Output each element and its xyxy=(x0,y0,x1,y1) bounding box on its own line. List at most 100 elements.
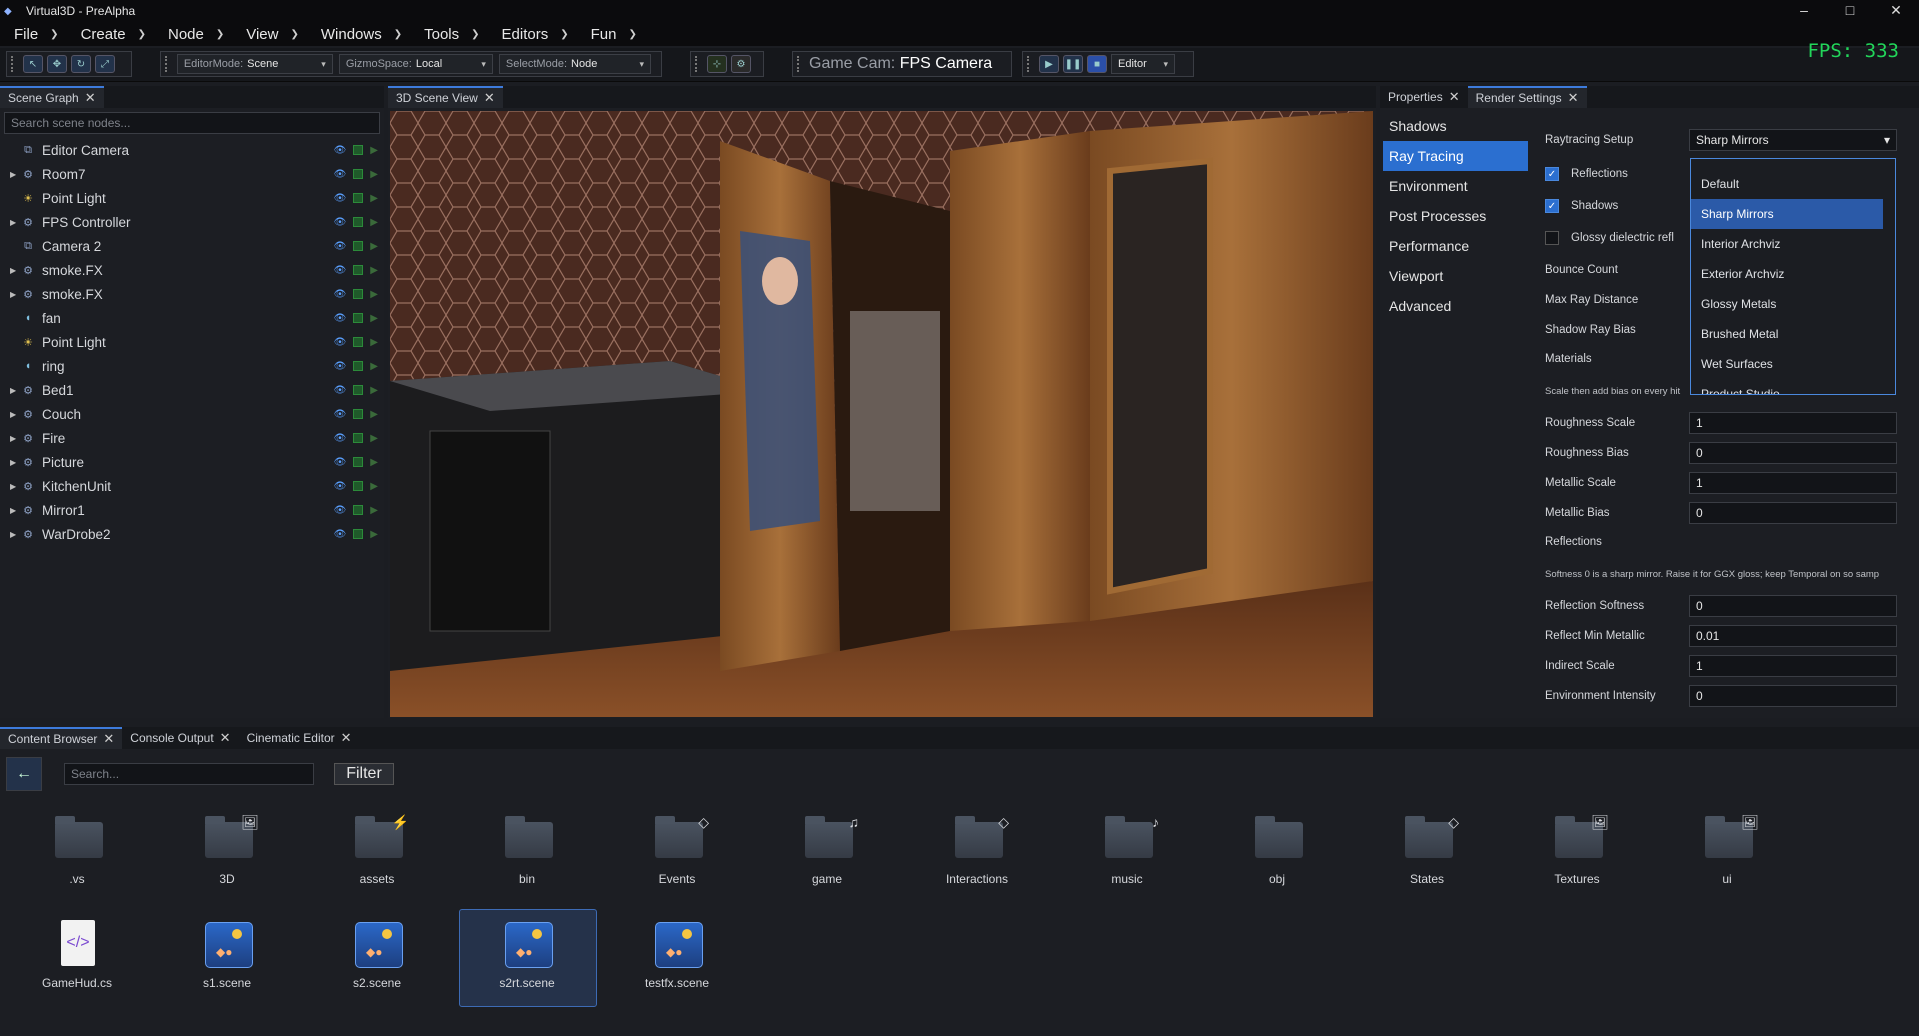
file-item[interactable]: ◆● s2.scene xyxy=(317,916,437,1000)
eye-icon[interactable]: 👁 xyxy=(334,337,347,348)
scene-node-row[interactable]: ▶ ⚙ Mirror1 👁 ▶ xyxy=(0,498,384,522)
select-tool-button[interactable]: ↖ xyxy=(23,55,43,73)
expand-arrow-icon[interactable]: ▶ xyxy=(10,458,20,467)
tab-3d-scene-view[interactable]: 3D Scene View ✕ xyxy=(388,86,503,108)
menu-file[interactable]: File ❯ xyxy=(14,26,59,43)
section-environment[interactable]: Environment xyxy=(1383,171,1528,201)
menu-view[interactable]: View ❯ xyxy=(246,26,299,43)
pause-button[interactable]: ❚❚ xyxy=(1063,55,1083,73)
folder-item[interactable]: ◇ States xyxy=(1367,808,1487,892)
visibility-toggle-icon[interactable] xyxy=(353,480,364,491)
folder-item[interactable]: 🖼 ui xyxy=(1667,808,1787,892)
visibility-toggle-icon[interactable] xyxy=(353,312,364,323)
reflection-softness-input[interactable]: 0 xyxy=(1689,595,1897,617)
eye-icon[interactable]: 👁 xyxy=(334,169,347,180)
eye-icon[interactable]: 👁 xyxy=(334,241,347,252)
close-icon[interactable]: ✕ xyxy=(341,727,352,749)
play-icon[interactable]: ▶ xyxy=(370,337,378,348)
checkbox-checked-icon[interactable]: ✓ xyxy=(1545,167,1559,181)
eye-icon[interactable]: 👁 xyxy=(334,193,347,204)
play-icon[interactable]: ▶ xyxy=(370,433,378,444)
section-post-processes[interactable]: Post Processes xyxy=(1383,201,1528,231)
play-icon[interactable]: ▶ xyxy=(370,193,378,204)
scene-node-row[interactable]: ▶ ⚙ FPS Controller 👁 ▶ xyxy=(0,210,384,234)
scene-node-row[interactable]: ◖ ring 👁 ▶ xyxy=(0,354,384,378)
play-icon[interactable]: ▶ xyxy=(370,457,378,468)
preset-glossy-metals[interactable]: Glossy Metals xyxy=(1691,289,1895,319)
file-item[interactable]: ◆● s1.scene xyxy=(167,916,287,1000)
eye-icon[interactable]: 👁 xyxy=(334,481,347,492)
folder-item[interactable]: ⚡ assets xyxy=(317,808,437,892)
play-icon[interactable]: ▶ xyxy=(370,241,378,252)
content-search-input[interactable]: Search... xyxy=(64,763,314,785)
reflections-toggle[interactable]: ✓ Reflections xyxy=(1545,163,1628,185)
folder-item[interactable]: ♫ game xyxy=(767,808,887,892)
environment-intensity-input[interactable]: 0 xyxy=(1689,685,1897,707)
folder-item[interactable]: bin xyxy=(467,808,587,892)
folder-item[interactable]: .vs xyxy=(17,808,137,892)
folder-item[interactable]: obj xyxy=(1217,808,1337,892)
play-target-dropdown[interactable]: Editor ▾ xyxy=(1111,54,1175,74)
preset-wet-surfaces[interactable]: Wet Surfaces xyxy=(1691,349,1895,379)
play-icon[interactable]: ▶ xyxy=(370,145,378,156)
back-arrow-icon[interactable]: ← xyxy=(6,757,42,791)
gizmo-space-dropdown[interactable]: GizmoSpace: Local ▾ xyxy=(338,54,493,74)
grid-button[interactable]: ⚙ xyxy=(731,55,751,73)
scene-node-row[interactable]: ▶ ⚙ WarDrobe2 👁 ▶ xyxy=(0,522,384,546)
file-item[interactable]: </> GameHud.cs xyxy=(17,916,137,1000)
scene-node-row[interactable]: ⧉ Camera 2 👁 ▶ xyxy=(0,234,384,258)
menu-windows[interactable]: Windows ❯ xyxy=(321,26,402,43)
folder-item[interactable]: ◇ Interactions xyxy=(917,808,1037,892)
reflect-min-metallic-input[interactable]: 0.01 xyxy=(1689,625,1897,647)
menu-create[interactable]: Create ❯ xyxy=(81,26,146,43)
tab-console-output[interactable]: Console Output ✕ xyxy=(122,727,239,749)
play-icon[interactable]: ▶ xyxy=(370,265,378,276)
expand-arrow-icon[interactable]: ▶ xyxy=(10,434,20,443)
play-icon[interactable]: ▶ xyxy=(370,481,378,492)
scene-node-row[interactable]: ◖ fan 👁 ▶ xyxy=(0,306,384,330)
section-shadows[interactable]: Shadows xyxy=(1383,111,1528,141)
checkbox-checked-icon[interactable]: ✓ xyxy=(1545,199,1559,213)
preset-brushed-metal[interactable]: Brushed Metal xyxy=(1691,319,1895,349)
play-button[interactable]: ▶ xyxy=(1039,55,1059,73)
folder-item[interactable]: 🖼 Textures xyxy=(1517,808,1637,892)
play-icon[interactable]: ▶ xyxy=(370,385,378,396)
scene-node-row[interactable]: ▶ ⚙ Picture 👁 ▶ xyxy=(0,450,384,474)
metallic-scale-input[interactable]: 1 xyxy=(1689,472,1897,494)
expand-arrow-icon[interactable]: ▶ xyxy=(10,530,20,539)
raytracing-setup-dropdown[interactable]: Sharp Mirrors ▾ xyxy=(1689,129,1897,151)
scale-tool-button[interactable]: ⤢ xyxy=(95,55,115,73)
visibility-toggle-icon[interactable] xyxy=(353,264,364,275)
visibility-toggle-icon[interactable] xyxy=(353,168,364,179)
tab-content-browser[interactable]: Content Browser ✕ xyxy=(0,727,123,749)
expand-arrow-icon[interactable]: ▶ xyxy=(10,266,20,275)
visibility-toggle-icon[interactable] xyxy=(353,288,364,299)
eye-icon[interactable]: 👁 xyxy=(334,409,347,420)
play-icon[interactable]: ▶ xyxy=(370,361,378,372)
roughness-bias-input[interactable]: 0 xyxy=(1689,442,1897,464)
checkbox-unchecked-icon[interactable] xyxy=(1545,231,1559,245)
visibility-toggle-icon[interactable] xyxy=(353,360,364,371)
scene-node-row[interactable]: ▶ ⚙ Bed1 👁 ▶ xyxy=(0,378,384,402)
visibility-toggle-icon[interactable] xyxy=(353,408,364,419)
eye-icon[interactable]: 👁 xyxy=(334,145,347,156)
eye-icon[interactable]: 👁 xyxy=(334,385,347,396)
grip-icon[interactable] xyxy=(797,56,803,72)
close-window-button[interactable]: ✕ xyxy=(1873,0,1919,22)
section-viewport[interactable]: Viewport xyxy=(1383,261,1528,291)
menu-editors[interactable]: Editors ❯ xyxy=(502,26,569,43)
scene-node-row[interactable]: ▶ ⚙ Fire 👁 ▶ xyxy=(0,426,384,450)
file-item[interactable]: ◆● s2rt.scene xyxy=(467,916,587,1000)
play-icon[interactable]: ▶ xyxy=(370,217,378,228)
visibility-toggle-icon[interactable] xyxy=(353,456,364,467)
play-icon[interactable]: ▶ xyxy=(370,289,378,300)
visibility-toggle-icon[interactable] xyxy=(353,216,364,227)
tab-properties[interactable]: Properties ✕ xyxy=(1380,86,1468,108)
maximize-button[interactable]: □ xyxy=(1827,0,1873,22)
scene-search-input[interactable]: Search scene nodes... xyxy=(4,112,380,134)
visibility-toggle-icon[interactable] xyxy=(353,432,364,443)
visibility-toggle-icon[interactable] xyxy=(353,192,364,203)
file-item[interactable]: ◆● testfx.scene xyxy=(617,916,737,1000)
select-mode-dropdown[interactable]: SelectMode: Node ▾ xyxy=(498,54,651,74)
scene-node-row[interactable]: ⧉ Editor Camera 👁 ▶ xyxy=(0,138,384,162)
